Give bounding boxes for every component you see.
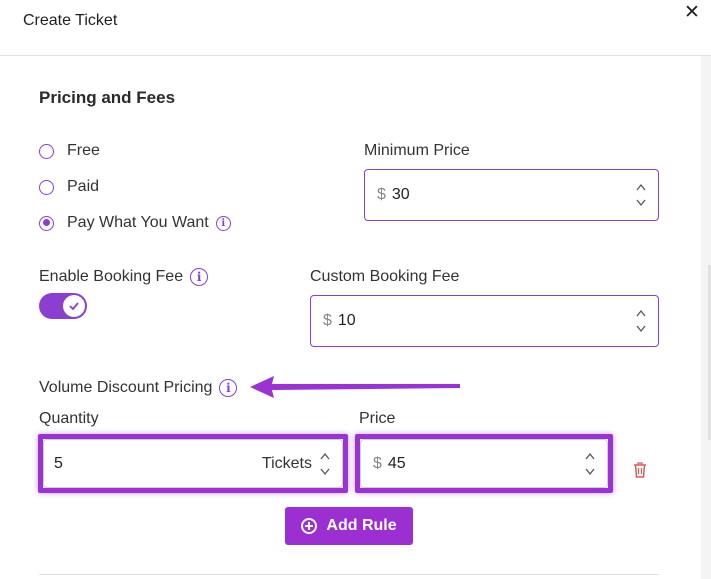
close-icon[interactable]: ✕: [681, 2, 703, 24]
check-icon: [69, 302, 79, 311]
price-label: Price: [359, 410, 396, 427]
quantity-input[interactable]: 5 Tickets: [43, 439, 343, 488]
section-title: Pricing and Fees: [39, 88, 176, 107]
radio-label: Free: [67, 142, 100, 159]
quantity-label: Quantity: [39, 410, 99, 427]
annotation-arrow: [250, 376, 460, 398]
volume-discount-title: Volume Discount Pricing i: [39, 379, 238, 397]
trash-icon[interactable]: [632, 461, 648, 479]
info-icon[interactable]: i: [190, 268, 209, 286]
toggle-knob: [63, 295, 85, 317]
modal-header: Create Ticket ✕: [0, 0, 711, 56]
radio-paid[interactable]: Paid: [39, 178, 99, 196]
radio-free[interactable]: Free: [39, 142, 100, 160]
stepper-icon[interactable]: [320, 451, 330, 477]
plus-circle-icon: [301, 518, 318, 534]
quantity-unit: Tickets: [261, 455, 312, 472]
info-icon[interactable]: i: [215, 215, 231, 231]
enable-booking-fee-text: Enable Booking Fee: [39, 268, 184, 285]
radio-label: Pay What You Want: [67, 214, 209, 231]
radio-pay-what-you-want[interactable]: Pay What You Want i: [39, 214, 231, 232]
divider: [39, 574, 659, 575]
custom-booking-fee-input[interactable]: $ 10: [310, 295, 659, 347]
radio-button-selected[interactable]: [39, 215, 54, 231]
radio-label: Paid: [67, 178, 100, 195]
stepper-icon[interactable]: [636, 308, 646, 334]
radio-button[interactable]: [39, 143, 54, 159]
rule-price-value: 45: [387, 454, 406, 472]
add-rule-label: Add Rule: [326, 517, 397, 534]
enable-booking-fee-label: Enable Booking Fee i: [39, 268, 209, 286]
custom-booking-fee-value: 10: [337, 312, 356, 329]
volume-discount-text: Volume Discount Pricing: [39, 379, 213, 396]
booking-fee-toggle[interactable]: [39, 293, 87, 319]
radio-button[interactable]: [39, 179, 54, 195]
minimum-price-label: Minimum Price: [364, 142, 470, 159]
quantity-value: 5: [54, 454, 63, 472]
custom-booking-fee-label: Custom Booking Fee: [310, 268, 460, 285]
minimum-price-value: 30: [391, 186, 410, 203]
minimum-price-input[interactable]: $ 30: [364, 169, 659, 221]
currency-symbol: $: [373, 454, 382, 472]
modal-title: Create Ticket: [23, 12, 118, 29]
info-icon[interactable]: i: [219, 379, 238, 397]
add-rule-button[interactable]: Add Rule: [285, 507, 413, 545]
stepper-icon[interactable]: [585, 451, 595, 477]
currency-symbol: $: [323, 312, 332, 329]
rule-price-input[interactable]: $ 45: [360, 439, 608, 488]
currency-symbol: $: [377, 186, 386, 203]
stepper-icon[interactable]: [636, 182, 646, 208]
